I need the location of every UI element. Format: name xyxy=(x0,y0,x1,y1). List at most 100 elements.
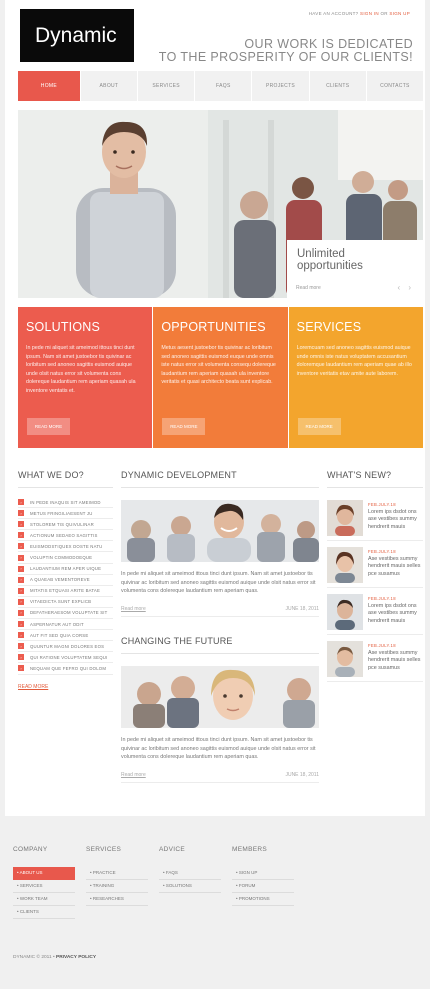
list-item[interactable]: › QUI RATIONE VOLUPTATEM SEQUI xyxy=(18,652,113,664)
hero-read-more[interactable]: Read more xyxy=(296,285,321,291)
hero-slider: Unlimited opportunities Read more ‹ › xyxy=(18,110,423,298)
list-item[interactable]: › AUT FIT SED QUIA CORSE xyxy=(18,630,113,642)
list-item[interactable]: › EUISMODSTIQUEX DOSTE NATU xyxy=(18,541,113,553)
list-item[interactable]: › A QUAEAB VEMENTOREVE xyxy=(18,575,113,586)
footer-heading: ADVICE xyxy=(159,846,186,853)
nav-clients[interactable]: CLIENTS xyxy=(310,71,367,101)
footer-link-label: CLIENTS xyxy=(19,909,39,914)
arrow-right-icon: › xyxy=(18,499,24,506)
list-item[interactable]: › NEQUAM QUE FEFRO QUI DOLOM xyxy=(18,663,113,675)
nav-about[interactable]: ABOUT xyxy=(81,71,139,101)
list-item[interactable]: › IN PEDE INAQUIS SIT AMEIMOD xyxy=(18,497,113,509)
footer-link-label: SOLUTIONS xyxy=(165,883,192,888)
footer-link-label: PROMOTIONS xyxy=(238,896,270,901)
arrow-right-icon: › xyxy=(18,554,24,561)
article-image xyxy=(121,666,319,728)
list-item[interactable]: › DEFATHERAESOM VOLUPTATE SIT xyxy=(18,608,113,620)
footer-link[interactable]: • FAQS xyxy=(159,867,221,880)
article-image xyxy=(121,500,319,562)
privacy-policy-link[interactable]: PRIVACY POLICY xyxy=(56,955,96,960)
list-item[interactable]: › QUUNTUR MAGNI DOLORES EOS xyxy=(18,641,113,653)
footer-link[interactable]: • PROMOTIONS xyxy=(232,893,294,906)
list-item[interactable]: › ACTIONUM SEDAEO SAGITTIS xyxy=(18,530,113,542)
news-text: Lorem ips dsdot ons ase vestibes summy h… xyxy=(368,603,417,624)
article-heading: DYNAMIC DEVELOPMENT xyxy=(121,470,319,488)
footer-link[interactable]: • WORK TEAM xyxy=(13,893,75,906)
arrow-right-icon: › xyxy=(18,543,24,550)
sign-in-link[interactable]: SIGN IN xyxy=(360,11,379,16)
copyright: DYNAMIC © 2011 • PRIVACY POLICY xyxy=(13,955,96,960)
list-item-label: STOLOREM TIS QUIVULINAR xyxy=(30,521,94,527)
read-more-button[interactable]: READ MORE xyxy=(27,418,70,435)
nav-home[interactable]: HOME xyxy=(18,71,81,101)
list-item[interactable]: › VITAEDICTA SUNT EXPLICB xyxy=(18,597,113,608)
article-read-more[interactable]: Read more xyxy=(121,772,146,778)
article-date: JUNE 18, 2011 xyxy=(285,771,319,778)
panel-services: SERVICES Loremcuam sed anoneo sagittis e… xyxy=(287,307,423,448)
arrow-right-icon: › xyxy=(18,521,24,528)
avatar xyxy=(327,641,363,677)
nav-contacts[interactable]: CONTACTS xyxy=(367,71,423,101)
sign-up-link[interactable]: SIGN UP xyxy=(389,11,410,16)
article-read-more[interactable]: Read more xyxy=(121,606,146,612)
read-more-button[interactable]: READ MORE xyxy=(297,418,341,435)
footer-link-label: FORUM xyxy=(238,883,256,888)
list-item[interactable]: › ASPERNATUR AUT ODIT xyxy=(18,619,113,631)
news-date: FEB.JULY.18 xyxy=(368,643,396,648)
list-item-label: METUS FRINGILIAESENT JU xyxy=(30,510,93,516)
article: In pede mi aliquet sit ameimod ittous ti… xyxy=(121,666,319,783)
footer-link[interactable]: • SOLUTIONS xyxy=(159,880,221,893)
panel-title: SOLUTIONS xyxy=(26,320,101,334)
feature-panels: SOLUTIONS In pede mi aliquet sit ameimod… xyxy=(18,307,423,448)
footer-link[interactable]: • PRACTICE xyxy=(86,867,148,880)
nav-faqs[interactable]: FAQS xyxy=(195,71,253,101)
list-item-label: MITATIS ETQUASI ARITE BATAE xyxy=(30,588,101,594)
list-item-label: QUI RATIONE VOLUPTATEM SEQUI xyxy=(30,654,108,660)
footer-link[interactable]: • SERVICES xyxy=(13,880,75,893)
news-item[interactable]: FEB.JULY.18 Lorem ips dsdot ons ase vesti… xyxy=(327,594,423,635)
list-item[interactable]: › STOLOREM TIS QUIVULINAR xyxy=(18,519,113,531)
footer-link[interactable]: • SIGN UP xyxy=(232,867,294,880)
footer-link[interactable]: • FORUM xyxy=(232,880,294,893)
news-item[interactable]: FEB.JULY.18 Lorem ips dsdot ons ase vesti… xyxy=(327,500,423,541)
footer-link[interactable]: • ABOUT US xyxy=(13,867,75,880)
news-item[interactable]: FEB.JULY.18 Ase vestibes summy hendrerit … xyxy=(327,547,423,588)
list-item[interactable]: › LAUDANTIUM REM APER UIQUE xyxy=(18,564,113,575)
arrow-right-icon: › xyxy=(18,510,24,517)
nav-services[interactable]: SERVICES xyxy=(138,71,196,101)
arrow-right-icon: › xyxy=(18,621,24,628)
list-item-label: ACTIONUM SEDAEO SAGITTIS xyxy=(30,532,98,538)
footer-members: MEMBERS • SIGN UP • FORUM • PROMOTIONS xyxy=(232,846,294,906)
page: Dynamic HAVE AN ACCOUNT? SIGN IN OR SIGN… xyxy=(0,0,430,989)
list-item[interactable]: › MITATIS ETQUASI ARITE BATAE xyxy=(18,586,113,597)
article-date: JUNE 18, 2011 xyxy=(285,605,319,612)
list-item-label: AUT FIT SED QUIA CORSE xyxy=(30,632,89,638)
footer-link-label: TRAINING xyxy=(92,883,115,888)
read-more-button[interactable]: READ MORE xyxy=(162,418,206,435)
footer-link-label: FAQS xyxy=(165,870,178,875)
slider-arrows-icon[interactable]: ‹ › xyxy=(397,283,414,292)
arrow-right-icon: › xyxy=(18,576,24,583)
list-item[interactable]: › VOLUPTIN COMMODOEQUE xyxy=(18,552,113,564)
footer-link-label: PRACTICE xyxy=(92,870,116,875)
list-item-label: EUISMODSTIQUEX DOSTE NATU xyxy=(30,543,103,549)
what-we-do-read-more[interactable]: READ MORE xyxy=(18,684,48,690)
what-we-do-heading: WHAT WE DO? xyxy=(18,470,113,488)
footer-link[interactable]: • CLIENTS xyxy=(13,906,75,919)
list-item-label: NEQUAM QUE FEFRO QUI DOLOM xyxy=(30,665,107,671)
footer-link[interactable]: • RESEARCHES xyxy=(86,893,148,906)
list-item-label: IN PEDE INAQUIS SIT AMEIMOD xyxy=(30,499,101,505)
footer-link-label: WORK TEAM xyxy=(19,896,48,901)
panel-title: OPPORTUNITIES xyxy=(161,320,266,334)
whats-new-heading: WHAT'S NEW? xyxy=(327,470,423,488)
news-item[interactable]: FEB.JULY.18 Ase vestibes summy hendrerit … xyxy=(327,641,423,682)
nav-projects[interactable]: PROJECTS xyxy=(252,71,310,101)
slogan-line-2: TO THE PROSPERITY OF OUR CLIENTS! xyxy=(158,50,413,64)
footer-link[interactable]: • TRAINING xyxy=(86,880,148,893)
list-item[interactable]: › METUS FRINGILIAESENT JU xyxy=(18,508,113,520)
list-item-label: DEFATHERAESOM VOLUPTATE SIT xyxy=(30,610,108,616)
arrow-right-icon: › xyxy=(18,665,24,672)
arrow-right-icon: › xyxy=(18,565,24,572)
logo[interactable]: Dynamic xyxy=(20,9,134,62)
article-text: In pede mi aliquet sit ameimod ittous ti… xyxy=(121,571,316,594)
